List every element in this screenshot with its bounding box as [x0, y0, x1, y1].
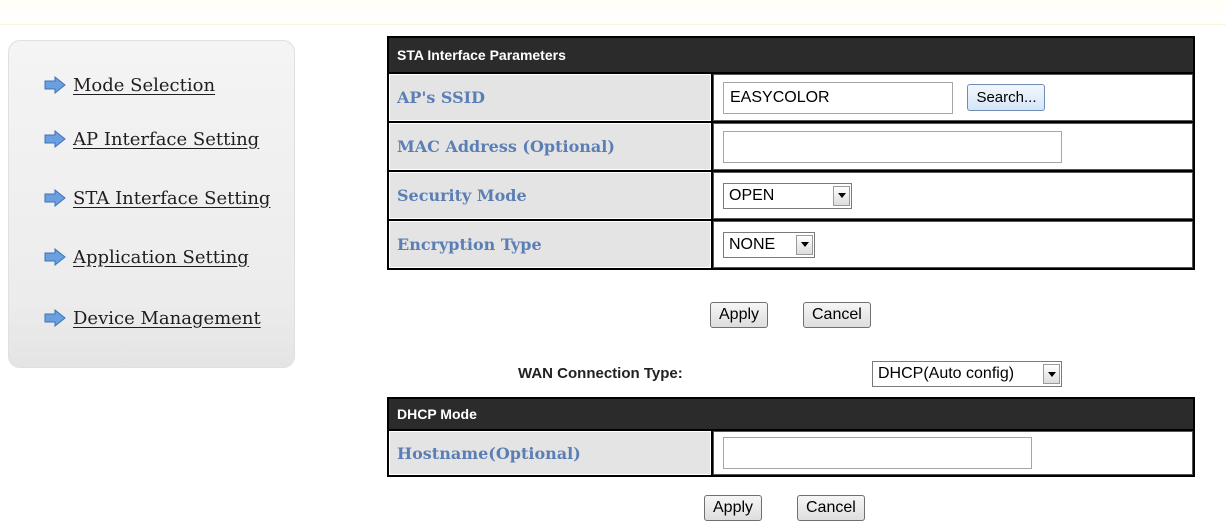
encryption-type-cell: NONE [712, 220, 1194, 269]
arrow-right-icon [44, 76, 66, 94]
hostname-input[interactable] [723, 437, 1032, 469]
arrow-right-icon [44, 248, 66, 266]
sidebar-item-label[interactable]: AP Interface Setting [73, 129, 259, 150]
sta-apply-button[interactable]: Apply [710, 302, 769, 328]
security-mode-cell: OPEN [712, 171, 1194, 220]
table-row: MAC Address (Optional) [388, 122, 1194, 171]
security-mode-select[interactable]: OPEN [723, 182, 852, 209]
dhcp-mode-table: DHCP Mode Hostname(Optional) [387, 397, 1195, 477]
chevron-down-icon[interactable] [1043, 364, 1060, 384]
dhcp-cancel-button[interactable]: Cancel [797, 495, 865, 521]
encryption-type-value: NONE [729, 235, 776, 253]
top-border [0, 0, 1225, 25]
dhcp-table-header: DHCP Mode [388, 398, 1194, 430]
wan-connection-type-select[interactable]: DHCP(Auto config) [872, 361, 1062, 387]
sta-parameters-table: STA Interface Parameters AP's SSID Searc… [387, 36, 1195, 270]
sidebar-item-ap-interface-setting[interactable]: AP Interface Setting [44, 126, 259, 152]
encryption-type-label: Encryption Type [388, 220, 712, 269]
chevron-down-icon[interactable] [833, 185, 850, 206]
hostname-label: Hostname(Optional) [388, 430, 712, 476]
sidebar-item-label[interactable]: STA Interface Setting [73, 188, 270, 209]
sidebar-item-application-setting[interactable]: Application Setting [44, 244, 249, 270]
sidebar-item-label[interactable]: Device Management [73, 308, 261, 329]
table-row: Hostname(Optional) [388, 430, 1194, 476]
security-mode-label: Security Mode [388, 171, 712, 220]
mac-address-input[interactable] [723, 130, 1062, 163]
table-row: Security Mode OPEN [388, 171, 1194, 220]
sidebar-item-label[interactable]: Application Setting [73, 247, 249, 268]
sta-table-header: STA Interface Parameters [388, 37, 1194, 73]
chevron-down-icon[interactable] [796, 234, 813, 255]
sta-cancel-button[interactable]: Cancel [803, 302, 871, 328]
ssid-cell: Search... [712, 73, 1194, 122]
wan-connection-type-value: DHCP(Auto config) [878, 365, 1015, 382]
sidebar-item-device-management[interactable]: Device Management [44, 305, 261, 331]
security-mode-value: OPEN [729, 186, 775, 204]
table-row: Encryption Type NONE [388, 220, 1194, 269]
sidebar-item-mode-selection[interactable]: Mode Selection [44, 72, 215, 98]
sidebar-item-sta-interface-setting[interactable]: STA Interface Setting [44, 185, 270, 211]
wan-connection-type-label: WAN Connection Type: [518, 365, 683, 382]
arrow-right-icon [44, 130, 66, 148]
mac-address-cell [712, 122, 1194, 171]
dhcp-apply-button[interactable]: Apply [704, 495, 763, 521]
ssid-label: AP's SSID [388, 73, 712, 122]
arrow-right-icon [44, 309, 66, 327]
mac-address-label: MAC Address (Optional) [388, 122, 712, 171]
arrow-right-icon [44, 189, 66, 207]
ssid-input[interactable] [723, 81, 953, 114]
encryption-type-select[interactable]: NONE [723, 231, 815, 258]
sidebar-item-label[interactable]: Mode Selection [73, 75, 215, 96]
table-row: AP's SSID Search... [388, 73, 1194, 122]
hostname-cell [712, 430, 1194, 476]
search-button[interactable]: Search... [967, 84, 1046, 111]
sidebar-nav: Mode Selection AP Interface Setting STA … [8, 40, 295, 368]
